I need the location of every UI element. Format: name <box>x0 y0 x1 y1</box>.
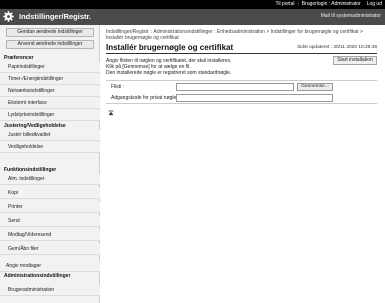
title-divider <box>106 53 377 54</box>
browse-button[interactable]: Gennemse... <box>297 83 333 91</box>
file-path-label: Filsti : <box>111 84 125 90</box>
app-header: Indstillinger/Registr. Mail til systemad… <box>0 9 385 25</box>
apply-settings-button[interactable]: Anvend ændrede indstillinger <box>6 40 94 49</box>
sidebar-item-user-management[interactable]: Brugeradministration <box>0 285 100 296</box>
sidebar-item-send[interactable]: Send <box>0 216 100 227</box>
last-updated-text: Sidst opdateret : 30/11 2020 10:26:49 <box>297 45 377 50</box>
sidebar-section-preferences: Præferencer <box>4 55 34 61</box>
sidebar-item-copy[interactable]: Kopi <box>0 188 100 199</box>
app-title: Indstillinger/Registr. <box>19 12 92 21</box>
sidebar-item-external-interface[interactable]: Eksternt interface <box>0 98 100 109</box>
sidebar-item-set-destination[interactable]: Angiv modtager <box>0 261 100 272</box>
mail-admin-link[interactable]: Mail til systemadministrator <box>321 13 381 19</box>
sidebar-item-paper[interactable]: Papirindstillinger <box>0 62 100 73</box>
description: Angiv filsten til nøglen og certifikatet… <box>106 58 231 76</box>
sidebar-item-store-access[interactable]: Gem/Åbn filer <box>0 244 100 255</box>
password-label: Adgangskode for privat nøgle : <box>111 95 180 101</box>
back-to-top-icon[interactable] <box>108 110 114 116</box>
restore-settings-button[interactable]: Gendan ændrede indstillinger <box>6 28 94 37</box>
password-row: Adgangskode for privat nøgle : <box>106 93 377 104</box>
portal-link[interactable]: Til portal <box>272 0 297 9</box>
sidebar-section-function: Funktionsindstillinger <box>4 167 57 173</box>
breadcrumb: Indstillinger/Registr. : Administrations… <box>106 29 363 41</box>
install-form: Filsti : Gennemse... Adgangskode for pri… <box>106 80 377 104</box>
start-installation-button[interactable]: Start installation <box>333 56 377 65</box>
user-login-label: Brugerlogin : Administrator <box>301 1 361 7</box>
sidebar-item-volume[interactable]: Lydstyrkeindstillinger <box>0 110 100 121</box>
sidebar-item-maintenance[interactable]: Vedligeholdelse <box>0 142 100 153</box>
sidebar-section-adjustment: Justering/Vedligeholdelse <box>4 123 66 129</box>
file-path-row: Filsti : Gennemse... <box>106 82 377 93</box>
gear-icon <box>3 11 14 22</box>
sidebar: Gendan ændrede indstillinger Anvend ændr… <box>0 25 100 303</box>
sidebar-item-image-quality[interactable]: Justér billedkvalitet <box>0 130 100 141</box>
sidebar-item-printer[interactable]: Printer <box>0 202 100 213</box>
top-bar: Til portal | Brugerlogin : Administrator… <box>0 0 385 9</box>
sidebar-section-management: Administrationsindstillinger <box>4 273 71 279</box>
sidebar-item-timer[interactable]: Timer-/Energiindstillinger <box>0 74 100 85</box>
sidebar-item-common[interactable]: Alm. indstillinger <box>0 174 100 185</box>
sidebar-item-receive-forward[interactable]: Modtag/Videresend <box>0 230 100 241</box>
password-input[interactable] <box>176 94 333 102</box>
file-path-input[interactable] <box>176 83 294 91</box>
description-line: Den installerede nøgle er registreret so… <box>106 70 232 76</box>
main-content: Indstillinger/Registr. : Administrations… <box>104 25 385 303</box>
logout-link[interactable]: Log ud <box>364 0 385 9</box>
sidebar-item-network[interactable]: Netværksindstillinger <box>0 86 100 97</box>
page-title: Installér brugernøgle og certifikat <box>106 43 234 52</box>
